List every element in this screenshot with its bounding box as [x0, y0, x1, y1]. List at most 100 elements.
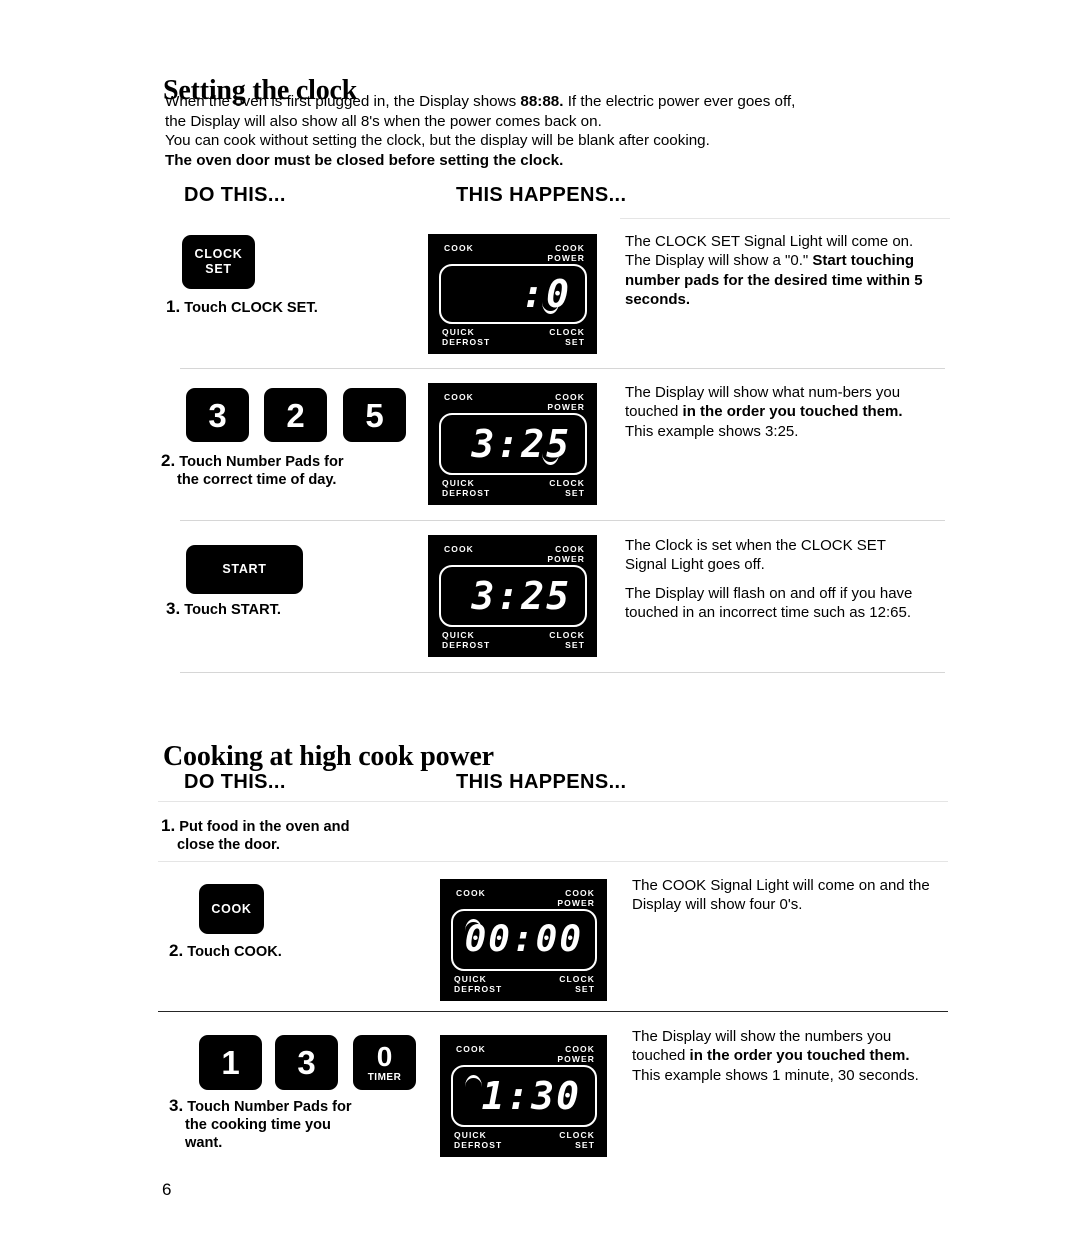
step2-desc-s2: The COOK Signal Light will come on and t…	[632, 877, 930, 914]
panel-label-quick-defrost: QUICK DEFROST	[442, 327, 491, 347]
panel-label-cook: COOK	[456, 1044, 486, 1054]
intro-p1-bold: 88:88.	[520, 93, 564, 110]
display-panel-cook-step3: COOK COOK POWER QUICK DEFROST CLOCK SET …	[440, 1035, 607, 1157]
separator-rule	[180, 520, 945, 521]
panel-label-cook: COOK	[456, 888, 486, 898]
led-screen-step3: 3:25	[439, 565, 587, 627]
cook-button[interactable]: COOK	[199, 884, 264, 934]
step2-desc-bold: in the order you touched them.	[682, 403, 903, 421]
column-header-do-this-2: DO THIS...	[184, 771, 286, 793]
panel-label-clock-set: CLOCK SET	[559, 1130, 595, 1150]
number-pad-0-sublabel: TIMER	[367, 1071, 402, 1083]
led-screen-step1: :0	[439, 264, 587, 324]
number-pad-3-label: 3	[208, 396, 227, 434]
display-panel-step2: COOK COOK POWER QUICK DEFROST CLOCK SET …	[428, 383, 597, 505]
number-pad-0-label: 0	[376, 1040, 393, 1072]
panel-label-quick-defrost: QUICK DEFROST	[442, 478, 491, 498]
step-2-text-s2: Touch COOK.	[187, 944, 282, 960]
panel-label-cook-power: COOK POWER	[557, 1044, 595, 1064]
step-1-text-line2-s2: close the door.	[177, 837, 280, 853]
panel-label-quick-defrost: QUICK DEFROST	[454, 1130, 503, 1150]
step-1-label-section2: 1. Put food in the oven and close the do…	[161, 817, 441, 854]
panel-label-cook: COOK	[444, 392, 474, 402]
number-pad-1-label: 1	[221, 1044, 240, 1081]
step2-desc-b: This example shows 3:25.	[625, 422, 799, 440]
separator-rule	[620, 218, 950, 219]
led-readout-cook-step2: 00:00	[464, 919, 583, 960]
panel-label-cook-power: COOK POWER	[547, 243, 585, 263]
number-pad-5-label: 5	[365, 396, 384, 434]
intro-paragraph-2: You can cook without setting the clock, …	[165, 131, 810, 170]
number-pad-2[interactable]: 2	[264, 388, 327, 442]
start-button-label: START	[222, 562, 267, 576]
display-panel-step3: COOK COOK POWER QUICK DEFROST CLOCK SET …	[428, 535, 597, 657]
panel-label-clock-set: CLOCK SET	[549, 478, 585, 498]
panel-label-clock-set: CLOCK SET	[559, 974, 595, 994]
step-2-number: 2.	[161, 451, 176, 470]
step-2-text-line2: the correct time of day.	[177, 472, 337, 488]
step-3-number: 3.	[166, 599, 181, 618]
step3-desc-p2: The Display will flash on and off if you…	[625, 584, 913, 621]
step-2-label-section2: 2. Touch COOK.	[169, 942, 419, 961]
step-3-label-section2: 3. Touch Number Pads for the cooking tim…	[169, 1097, 429, 1152]
intro-paragraph-1: When the oven is first plugged in, the D…	[165, 92, 810, 131]
step-2-label-section1: 2. Touch Number Pads for the correct tim…	[161, 452, 421, 489]
step3-desc-p1: The Clock is set when the CLOCK SET Sign…	[625, 537, 886, 574]
step-1-number-s2: 1.	[161, 816, 176, 835]
number-pad-1[interactable]: 1	[199, 1035, 262, 1090]
led-screen-step2: 3:25	[439, 413, 587, 475]
step-3-text-line2-s2: the cooking time you	[185, 1117, 331, 1133]
step3-desc-b-s2: This example shows 1 minute, 30 seconds.	[632, 1066, 919, 1084]
step-2-number-s2: 2.	[169, 941, 184, 960]
cook-button-label: COOK	[211, 901, 252, 916]
step-1-text-line1-s2: Put food in the oven and	[179, 819, 350, 835]
step-3-label-section1: 3. Touch START.	[166, 600, 416, 619]
panel-label-cook: COOK	[444, 544, 474, 554]
number-pad-3-cook-label: 3	[297, 1044, 316, 1081]
led-readout-cook-step3: 1:30	[481, 1074, 581, 1118]
clock-set-button-label-line2: SET	[205, 262, 232, 276]
step-3-text-line1-s2: Touch Number Pads for	[187, 1099, 352, 1115]
start-button[interactable]: START	[186, 545, 303, 594]
number-pad-5[interactable]: 5	[343, 388, 406, 442]
step-3-text: Touch START.	[184, 602, 281, 618]
step-1-text: Touch CLOCK SET.	[184, 300, 318, 316]
column-header-this-happens-2: THIS HAPPENS...	[456, 771, 627, 793]
step-3-text-line3-s2: want.	[185, 1135, 223, 1151]
panel-label-cook-power: COOK POWER	[547, 544, 585, 564]
page-number: 6	[162, 1180, 172, 1199]
intro-p2-text: You can cook without setting the clock, …	[165, 132, 710, 149]
display-panel-step1: COOK COOK POWER QUICK DEFROST CLOCK SET …	[428, 234, 597, 354]
step-2-description-section2: The COOK Signal Light will come on and t…	[632, 876, 932, 915]
intro-p2-bold: The oven door must be closed before sett…	[165, 151, 564, 169]
section-title-cooking-at-high-cook-power: Cooking at high cook power	[163, 740, 494, 772]
display-panel-cook-step2: COOK COOK POWER QUICK DEFROST CLOCK SET …	[440, 879, 607, 1001]
number-pad-0-timer[interactable]: 0 TIMER	[353, 1035, 416, 1090]
separator-rule	[158, 861, 948, 862]
number-pad-3[interactable]: 3	[186, 388, 249, 442]
panel-label-clock-set: CLOCK SET	[549, 327, 585, 347]
separator-rule	[158, 801, 948, 802]
step-3-description-section1: The Clock is set when the CLOCK SET Sign…	[625, 536, 925, 622]
step-2-text-line1: Touch Number Pads for	[179, 454, 344, 470]
clock-set-button[interactable]: CLOCK SET	[182, 235, 255, 289]
led-screen-cook-step2: 00:00	[451, 909, 597, 971]
step-1-label-section1: 1. Touch CLOCK SET.	[166, 298, 416, 317]
step-3-description-section2: The Display will show the numbers you to…	[632, 1027, 937, 1085]
panel-label-cook-power: COOK POWER	[557, 888, 595, 908]
intro-p1-part-a: When the oven is first plugged in, the D…	[165, 93, 521, 110]
panel-label-quick-defrost: QUICK DEFROST	[454, 974, 503, 994]
number-pad-3-cook[interactable]: 3	[275, 1035, 338, 1090]
step-3-number-s2: 3.	[169, 1096, 184, 1115]
led-screen-cook-step3: 1:30	[451, 1065, 597, 1127]
clock-set-button-label-line1: CLOCK	[194, 247, 243, 261]
step-2-description-section1: The Display will show what num-bers you …	[625, 383, 925, 441]
column-header-this-happens-1: THIS HAPPENS...	[456, 184, 627, 206]
column-header-do-this-1: DO THIS...	[184, 184, 286, 206]
cook-signal-light-icon	[465, 1075, 482, 1087]
separator-rule	[180, 672, 945, 673]
manual-page: Setting the clock When the oven is first…	[0, 0, 1080, 1241]
panel-label-clock-set: CLOCK SET	[549, 630, 585, 650]
panel-label-cook: COOK	[444, 243, 474, 253]
separator-rule	[180, 368, 945, 369]
